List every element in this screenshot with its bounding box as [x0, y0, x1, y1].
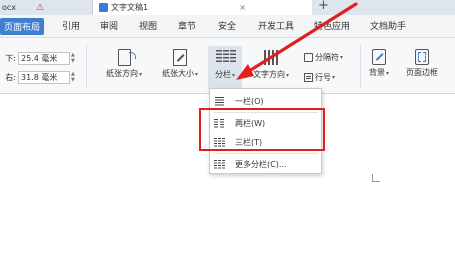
page-size-button[interactable]: 纸张大小▾ — [156, 49, 204, 79]
line-number-label: 行号 — [315, 73, 331, 82]
background-button[interactable]: 背景▾ — [364, 49, 394, 78]
columns-icon — [215, 49, 236, 67]
ribbon-divider — [360, 44, 361, 88]
page-border-label: 页面边框 — [406, 68, 438, 77]
document-tab-2[interactable]: 文字文稿1 × — [92, 0, 312, 15]
close-tab-icon[interactable]: × — [239, 3, 246, 12]
menu-view[interactable]: 视图 — [139, 19, 157, 32]
page-size-label: 纸张大小 — [161, 69, 194, 78]
document-tab-1[interactable]: ocx ⚠ — [0, 0, 44, 15]
more-columns-icon — [214, 159, 225, 169]
margin-bottom-spinner[interactable]: ▲ ▼ — [71, 52, 78, 65]
page-corner-marker — [372, 174, 380, 182]
background-label: 背景 — [368, 68, 385, 77]
menu-item-more-columns[interactable]: 更多分栏(C)... — [210, 155, 321, 173]
chevron-down-icon: ▾ — [231, 72, 235, 79]
separator-icon — [304, 53, 313, 62]
background-icon — [372, 49, 386, 65]
menu-bar: 页面布局 引用 审阅 视图 章节 安全 开发工具 特色应用 文档助手 — [0, 15, 455, 38]
page-size-icon — [173, 49, 187, 66]
menu-item-one-column-label: 一栏(O) — [235, 96, 264, 106]
margin-right-spinner[interactable]: ▲ ▼ — [71, 71, 78, 84]
new-tab-button[interactable]: + — [318, 0, 329, 13]
menu-chapter[interactable]: 章节 — [178, 19, 196, 32]
ribbon-divider — [86, 44, 87, 88]
menu-references[interactable]: 引用 — [62, 19, 80, 32]
margin-bottom-row: 下: 25.4 毫米 ▲ ▼ — [0, 52, 78, 65]
chevron-down-icon: ▾ — [332, 74, 336, 81]
page-border-button[interactable]: 页面边框 — [400, 49, 444, 78]
annotation-highlight-box — [199, 108, 325, 151]
margin-bottom-input[interactable]: 25.4 毫米 — [18, 52, 70, 65]
text-direction-label: 文字方向 — [252, 70, 285, 79]
text-direction-button[interactable]: 文字方向▾ — [246, 49, 296, 80]
menu-developer-tools[interactable]: 开发工具 — [258, 19, 294, 32]
page-orientation-icon — [117, 49, 136, 66]
columns-button[interactable]: 分栏▾ — [209, 49, 241, 80]
page-orientation-button[interactable]: 纸张方向▾ — [100, 49, 148, 79]
warning-icon: ⚠ — [36, 2, 45, 13]
chevron-down-icon: ▾ — [340, 54, 344, 61]
margin-right-row: 右: 31.8 毫米 ▲ ▼ — [0, 71, 78, 84]
chevron-down-icon: ▾ — [138, 71, 142, 78]
columns-label: 分栏 — [214, 70, 231, 79]
separator-button[interactable]: 分隔符 ▾ — [304, 52, 343, 63]
menu-item-more-columns-label: 更多分栏(C)... — [235, 159, 287, 169]
menu-special-apps[interactable]: 特色应用 — [314, 19, 350, 32]
margin-bottom-label: 下: — [5, 54, 16, 63]
document-tab-2-label: 文字文稿1 — [111, 3, 149, 12]
menu-doc-assistant[interactable]: 文档助手 — [370, 19, 406, 32]
margin-right-label: 右: — [5, 73, 16, 82]
document-tab-1-label: ocx — [2, 3, 17, 12]
menu-divider — [214, 153, 318, 154]
menu-page-layout[interactable]: 页面布局 — [0, 18, 45, 35]
menu-review[interactable]: 审阅 — [100, 19, 118, 32]
title-tab-strip: ocx ⚠ 文字文稿1 × + — [0, 0, 455, 15]
line-number-button[interactable]: 行号 ▾ — [304, 72, 335, 83]
chevron-down-icon: ▾ — [285, 72, 289, 79]
one-column-icon — [214, 96, 225, 106]
separator-label: 分隔符 — [315, 53, 339, 62]
margin-right-input[interactable]: 31.8 毫米 — [18, 71, 70, 84]
line-number-icon — [304, 73, 313, 82]
chevron-down-icon: ▾ — [194, 71, 198, 78]
menu-security[interactable]: 安全 — [218, 19, 236, 32]
document-icon — [99, 3, 108, 12]
text-direction-icon — [262, 49, 280, 67]
chevron-down-icon: ▾ — [385, 70, 389, 77]
page-orientation-label: 纸张方向 — [105, 69, 138, 78]
page-border-icon — [415, 49, 429, 65]
